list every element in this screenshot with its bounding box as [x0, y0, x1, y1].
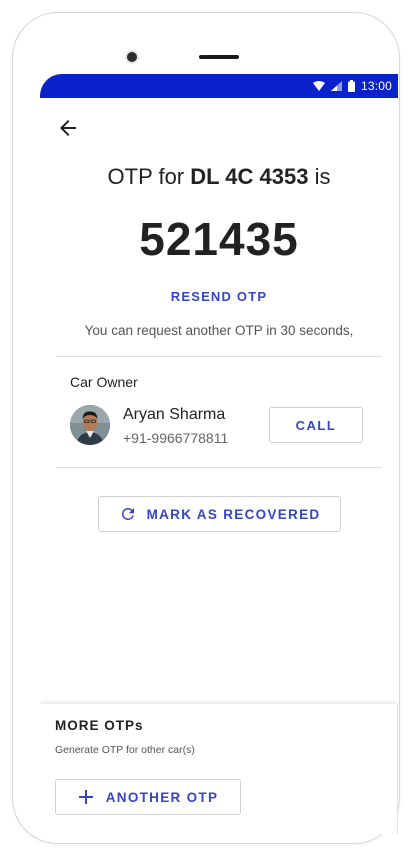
battery-icon [347, 80, 355, 92]
mark-as-recovered-label: MARK AS RECOVERED [146, 506, 321, 522]
otp-title: OTP for DL 4C 4353 is [40, 164, 398, 190]
camera-icon [127, 52, 137, 62]
plus-icon [78, 790, 93, 804]
another-otp-button[interactable]: ANOTHER OTP [55, 779, 241, 815]
owner-name: Aryan Sharma [123, 406, 226, 423]
more-otps-title: MORE OTPs [55, 718, 144, 733]
divider [56, 356, 382, 357]
vehicle-number: DL 4C 4353 [190, 164, 309, 189]
otp-title-suffix: is [308, 164, 331, 189]
more-otps-panel: MORE OTPs Generate OTP for other car(s) … [40, 704, 398, 834]
another-otp-label: ANOTHER OTP [105, 789, 219, 805]
status-icons: 13:00 [312, 79, 392, 93]
app-screen: 13:00 OTP for DL 4C 4353 is 521435 RESEN… [40, 74, 398, 834]
phone-frame: 13:00 OTP for DL 4C 4353 is 521435 RESEN… [12, 12, 400, 844]
wifi-icon [312, 81, 325, 91]
status-bar: 13:00 [40, 74, 398, 98]
more-otps-subtitle: Generate OTP for other car(s) [55, 744, 195, 756]
avatar [70, 405, 110, 445]
refresh-icon [121, 508, 134, 520]
mark-as-recovered-button[interactable]: MARK AS RECOVERED [98, 496, 341, 532]
owner-phone: +91-9966778811 [123, 430, 229, 446]
otp-code: 521435 [139, 213, 299, 265]
status-time: 13:00 [360, 79, 392, 93]
resend-note: You can request another OTP in 30 second… [84, 323, 354, 338]
otp-title-prefix: OTP for [107, 164, 191, 189]
owner-photo [70, 405, 110, 445]
resend-otp-link[interactable]: RESEND OTP [40, 289, 398, 304]
signal-icon [330, 81, 342, 91]
back-button[interactable] [56, 116, 80, 140]
car-owner-label: Car Owner [70, 374, 138, 390]
arrow-left-icon [60, 120, 76, 136]
speaker-grille [199, 55, 239, 59]
divider [56, 467, 382, 468]
call-button[interactable]: CALL [269, 407, 363, 443]
